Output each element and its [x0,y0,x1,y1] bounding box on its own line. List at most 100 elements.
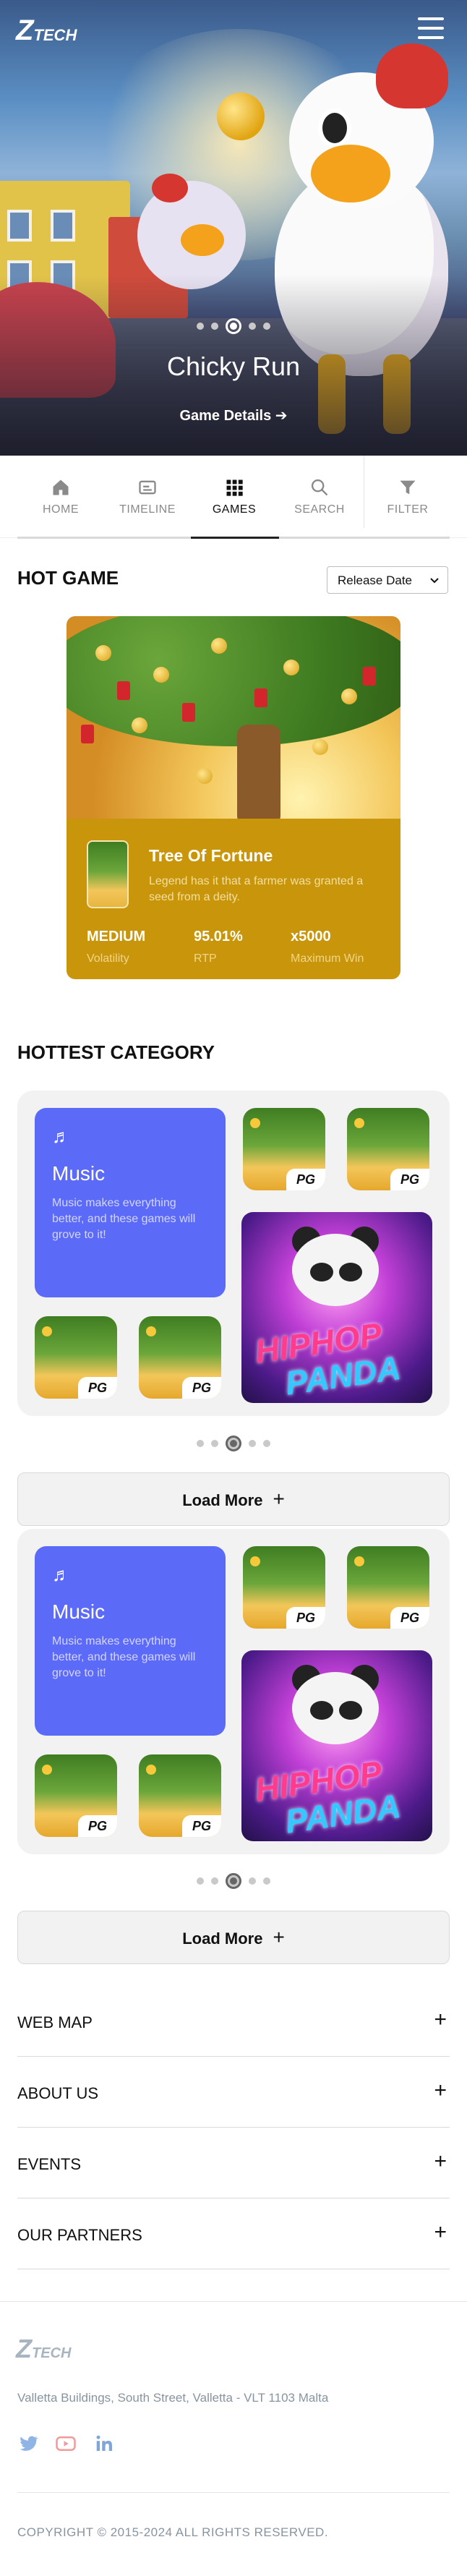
nav-label: TIMELINE [119,503,176,516]
accordion-label: WEB MAP [17,2013,93,2031]
carousel-dot[interactable] [263,1877,270,1885]
game-tile[interactable]: PG [139,1754,221,1837]
game-tile[interactable]: PG [347,1546,429,1629]
carousel-dot-active[interactable] [226,1873,241,1889]
pg-badge: PG [390,1607,429,1629]
carousel-dot[interactable] [211,1877,218,1885]
nav-item-filter[interactable]: FILTER [373,477,442,516]
category-name: Music [52,1162,106,1185]
game-tile[interactable]: PG [347,1108,429,1190]
logo-word: TECH [33,26,77,44]
pg-badge: PG [286,1169,325,1190]
hot-game-card[interactable]: Tree Of Fortune Legend has it that a far… [67,616,400,979]
carousel-dot[interactable] [197,1877,204,1885]
game-tile[interactable]: PG [35,1316,117,1399]
hero-small-chicken [137,174,246,289]
plus-icon: + [434,2008,447,2031]
game-name: Tree Of Fortune [149,846,273,865]
load-more-button[interactable]: Load More + [17,1472,450,1526]
logo-mark: Z [16,2334,32,2363]
game-thumbnail [87,840,129,908]
hero-banner[interactable]: Z TECH Chicky Run Game Details ➔ [0,0,467,456]
nav-item-search[interactable]: SEARCH [285,477,354,516]
nav-label: GAMES [212,503,257,516]
accordion-web-map[interactable]: WEB MAP + [17,1986,450,2057]
nav-item-timeline[interactable]: TIMELINE [113,477,182,516]
timeline-icon [139,480,156,495]
carousel-dot[interactable] [263,323,270,330]
carousel-dot[interactable] [249,1877,256,1885]
hot-game-title: HOT GAME [17,567,119,589]
logo-mark: Z [16,14,33,46]
filter-icon [400,480,416,495]
category-carousel-dots [0,1436,467,1451]
game-details-link[interactable]: Game Details ➔ [0,406,467,425]
carousel-dot[interactable] [249,1440,256,1447]
carousel-dot[interactable] [197,1440,204,1447]
pg-badge: PG [182,1377,221,1399]
hot-game-image [67,616,400,819]
logo-word: TECH [32,2345,72,2361]
home-icon [53,479,69,495]
category-card-music[interactable]: ♬ Music Music makes everything better, a… [35,1546,226,1736]
nav-item-games[interactable]: GAMES [200,477,269,516]
youtube-icon[interactable] [55,2433,77,2455]
music-note-icon: ♬ [52,1125,71,1147]
plus-icon: + [434,2149,447,2173]
accordion-label: ABOUT US [17,2084,99,2102]
games-grid-icon [226,479,243,496]
sort-select-value: Release Date [338,573,413,587]
hiphop-panda-tile[interactable]: HIPHOP PANDA [241,1212,432,1403]
nav-label: HOME [43,503,79,516]
load-more-label: Load More [182,1929,263,1948]
category-description: Music makes everything better, and these… [52,1635,196,1679]
category-name: Music [52,1600,106,1623]
hot-game-info: Tree Of Fortune Legend has it that a far… [67,819,400,979]
footer-divider [0,2301,467,2302]
nav-item-home[interactable]: HOME [26,477,95,516]
game-tile[interactable]: PG [35,1754,117,1837]
pg-badge: PG [182,1815,221,1837]
sort-select[interactable]: Release Date [327,566,448,594]
carousel-dot[interactable] [211,1440,218,1447]
game-tile[interactable]: PG [139,1316,221,1399]
carousel-dot[interactable] [263,1440,270,1447]
accordion-events[interactable]: EVENTS + [17,2128,450,2198]
carousel-dot-active[interactable] [226,1436,241,1451]
footer-divider [17,2492,450,2493]
linkedin-icon[interactable] [94,2433,116,2455]
hero-carousel-dots [0,318,467,334]
load-more-button[interactable]: Load More + [17,1911,450,1964]
footer-logo[interactable]: Z TECH [16,2336,71,2362]
pg-badge: PG [78,1815,117,1837]
accordion-our-partners[interactable]: OUR PARTNERS + [17,2198,450,2269]
accordion-about-us[interactable]: ABOUT US + [17,2057,450,2128]
brand-logo[interactable]: Z TECH [16,16,77,45]
search-icon [311,479,328,496]
category-carousel-dots [0,1873,467,1889]
carousel-dot[interactable] [197,323,204,330]
plus-icon: + [434,2078,447,2102]
carousel-dot-active[interactable] [226,318,241,334]
category-card-music[interactable]: ♬ Music Music makes everything better, a… [35,1108,226,1297]
footer-address: Valletta Buildings, South Street, Vallet… [17,2391,329,2405]
category-carousel: ♬ Music Music makes everything better, a… [17,1091,450,1416]
carousel-dot[interactable] [249,323,256,330]
accordion-label: EVENTS [17,2155,82,2173]
nav-label: FILTER [387,503,429,516]
twitter-icon[interactable] [17,2433,39,2455]
load-more-label: Load More [182,1491,263,1509]
plus-icon: + [273,1488,285,1510]
plus-icon: + [434,2220,447,2244]
hiphop-panda-tile[interactable]: HIPHOP PANDA [241,1650,432,1841]
game-tile[interactable]: PG [243,1108,325,1190]
music-note-icon: ♬ [52,1564,71,1585]
carousel-dot[interactable] [211,323,218,330]
plus-icon: + [273,1926,285,1948]
pg-badge: PG [390,1169,429,1190]
nav-underline [17,537,450,539]
hamburger-menu-icon[interactable] [418,17,444,39]
hero-title: Chicky Run [166,351,301,381]
game-tile[interactable]: PG [243,1546,325,1629]
nav-label: SEARCH [294,503,345,516]
